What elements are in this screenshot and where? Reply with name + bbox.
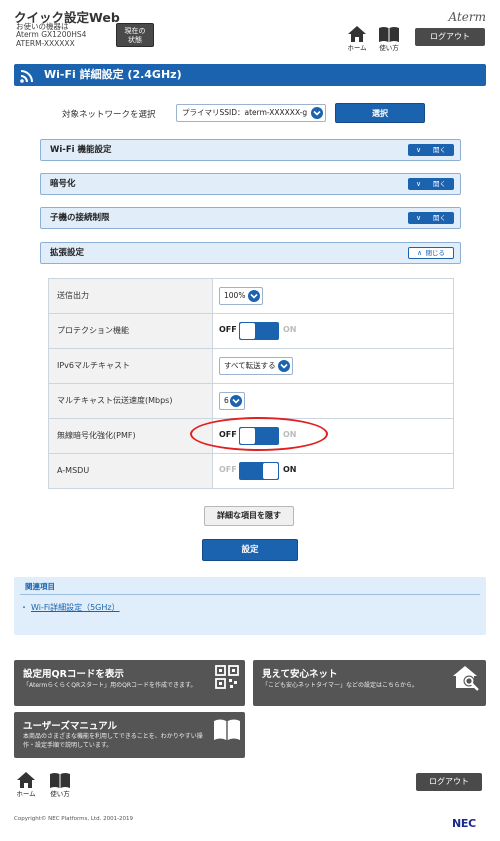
book-icon [214,719,240,740]
house-search-icon [453,666,479,691]
collapse-label: 閉じる [425,249,446,257]
expand-button[interactable]: ∨ 開く [408,144,454,156]
tile-desc: 「こども安心ネットタイマー」などの設定はこちらから。 [262,682,419,689]
footer-nav-guide[interactable]: 使い方 [46,772,74,798]
page-title: Wi-Fi 詳細設定 (2.4GHz) [14,64,486,86]
hide-details-button[interactable]: 詳細な項目を隠す [204,506,294,526]
qr-code-icon [215,665,239,689]
chevron-down-icon: ∨ [416,180,422,188]
toggle-on-label: ON [283,325,297,334]
chevron-down-icon [311,107,323,119]
device-ssid: ATERM-XXXXXX [16,39,75,48]
bullet-icon: ・ [20,603,28,612]
tile-desc-line1: 本商品のさまざまな機能を利用してできることを、わかりやすい操 [23,733,203,740]
footer-nav-home[interactable]: ホーム [12,772,40,798]
section-label: 拡張設定 [50,248,85,258]
section-encryption[interactable]: 暗号化 ∨ 開く [40,173,461,195]
tile-title: ユーザーズマニュアル [23,721,118,732]
section-wifi-function[interactable]: Wi-Fi 機能設定 ∨ 開く [40,139,461,161]
nav-guide[interactable]: 使い方 [375,26,403,52]
footer-nav-home-label: ホーム [16,790,36,798]
network-select[interactable]: プライマリSSID：aterm-XXXXXX-g [176,104,326,122]
table-row: A-MSDU OFF ON [48,453,454,489]
setting-label: IPv6マルチキャスト [48,349,213,384]
setting-label: プロテクション機能 [48,314,213,349]
chevron-up-icon: ∧ [417,249,423,257]
logout-button[interactable]: ログアウト [415,28,485,46]
expand-label: 開く [433,180,446,188]
tile-desc-line2: 作・設定手順で説明しています。 [23,742,113,749]
ipv6-multicast-select[interactable]: すべて転送する [219,357,293,375]
section-client-limit[interactable]: 子機の接続制限 ∨ 開く [40,207,461,229]
section-label: Wi-Fi 機能設定 [50,145,112,155]
nav-home[interactable]: ホーム [343,26,371,52]
chevron-down-icon [230,395,242,407]
multicast-rate-value: 6 [224,396,229,405]
copyright: Copyright© NEC Platforms, Ltd. 2001-2019 [14,816,134,822]
setting-label: A-MSDU [48,454,213,489]
expand-label: 開く [433,146,446,154]
tile-user-manual[interactable]: ユーザーズマニュアル 本商品のさまざまな機能を利用してできることを、わかりやすい… [14,712,245,758]
setting-label: マルチキャスト伝送速度(Mbps) [48,384,213,419]
home-icon [17,772,35,788]
collapse-button[interactable]: ∧ 閉じる [408,247,454,259]
tile-qr-code[interactable]: 設定用QRコードを表示 「AtermらくらくQRスタート」用のQRコードを作成で… [14,660,245,706]
table-row: 送信出力 100% [48,278,454,314]
footer-nav-guide-label: 使い方 [50,790,70,798]
nav-guide-label: 使い方 [379,44,399,52]
home-icon [348,26,366,42]
table-row: マルチキャスト伝送速度(Mbps) 6 [48,383,454,419]
nav-home-label: ホーム [347,44,367,52]
tx-power-value: 100% [224,291,246,300]
section-label: 子機の接続制限 [50,213,110,223]
related-link-wifi-5ghz[interactable]: Wi-Fi詳細設定（5GHz） [31,602,120,613]
status-button-line1: 現在の [124,27,146,35]
device-model: Aterm GX1200HS4 [16,30,87,39]
tile-desc: 「AtermらくらくQRスタート」用のQRコードを作成できます。 [23,682,197,689]
expand-button[interactable]: ∨ 開く [408,178,454,190]
section-advanced[interactable]: 拡張設定 ∧ 閉じる [40,242,461,264]
chevron-down-icon [248,290,260,302]
toggle-off-label: OFF [219,465,237,474]
section-label: 暗号化 [50,179,76,189]
wifi-icon [20,70,33,83]
table-row: プロテクション機能 OFF ON [48,313,454,349]
tile-safe-net[interactable]: 見えて安心ネット 「こども安心ネットタイマー」などの設定はこちらから。 [253,660,486,706]
setting-label: 送信出力 [48,279,213,314]
toggle-off-label: OFF [219,325,237,334]
setting-label: 無線暗号化強化(PMF) [48,419,213,454]
tx-power-select[interactable]: 100% [219,287,263,305]
footer-logout-button[interactable]: ログアウト [416,773,482,791]
chevron-down-icon: ∨ [416,214,422,222]
chevron-down-icon: ∨ [416,146,422,154]
network-select-label: 対象ネットワークを選択 [62,110,156,120]
ipv6-multicast-value: すべて転送する [224,361,276,370]
nec-logo: NEC [452,817,476,830]
network-select-value: プライマリSSID：aterm-XXXXXX-g [182,108,308,117]
multicast-rate-select[interactable]: 6 [219,392,245,410]
toggle-on-label: ON [283,465,297,474]
related-items-title: 関連項目 [25,582,55,591]
aterm-logo: Aterm [448,10,487,24]
chevron-down-icon [278,360,290,372]
tile-title: 設定用QRコードを表示 [23,669,124,680]
status-button-line2: 状態 [128,36,142,44]
amsdu-toggle[interactable] [239,462,279,480]
apply-button[interactable]: 設定 [202,539,298,561]
highlight-annotation [190,417,328,451]
network-select-button[interactable]: 選択 [335,103,425,123]
expand-button[interactable]: ∨ 開く [408,212,454,224]
protection-toggle[interactable] [239,322,279,340]
book-icon [379,27,399,42]
table-row: IPv6マルチキャスト すべて転送する [48,348,454,384]
book-icon [50,773,70,788]
expand-label: 開く [433,214,446,222]
current-status-button[interactable]: 現在の 状態 [116,23,154,47]
tile-title: 見えて安心ネット [262,669,338,680]
